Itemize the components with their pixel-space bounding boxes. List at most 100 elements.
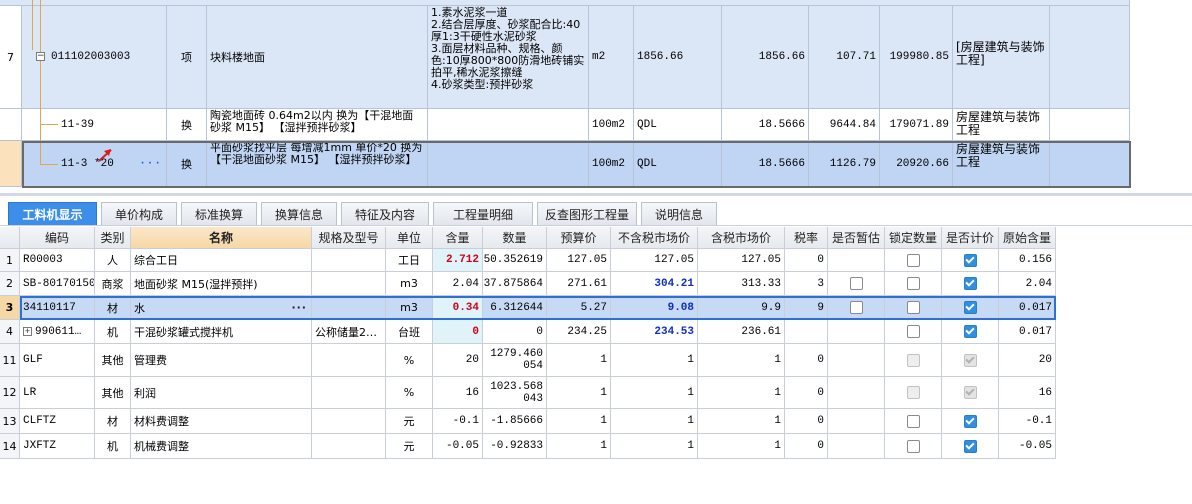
- quantity[interactable]: 1856.66: [722, 6, 809, 109]
- item-features[interactable]: [428, 141, 589, 187]
- lock-quantity[interactable]: [885, 344, 942, 377]
- market-price-incl-tax[interactable]: 1: [698, 377, 785, 409]
- resource-code[interactable]: +990611…: [20, 320, 95, 344]
- item-features[interactable]: 1.素水泥浆一道 2.结合层厚度、砂浆配合比:40厚1:3干硬性水泥砂浆 3.面…: [428, 6, 589, 109]
- total-price[interactable]: 179071.89: [880, 109, 953, 141]
- total-price[interactable]: 20920.66: [880, 141, 953, 187]
- blank-column[interactable]: [1050, 6, 1130, 109]
- resource-name[interactable]: 水 ···: [131, 296, 312, 320]
- lock-quantity-checkbox[interactable]: [906, 439, 920, 453]
- resource-name[interactable]: 综合工日: [131, 249, 312, 272]
- market-price-excl-tax[interactable]: 1: [611, 434, 698, 459]
- item-name[interactable]: 块料楼地面: [207, 6, 428, 109]
- tab-standard-conversion[interactable]: 标准换算: [181, 202, 257, 225]
- budget-price[interactable]: 234.25: [547, 320, 611, 344]
- budget-price[interactable]: 1: [547, 409, 611, 434]
- resource-unit[interactable]: m3: [386, 296, 433, 320]
- budget-price[interactable]: 127.05: [547, 249, 611, 272]
- resource-content[interactable]: 2.712: [433, 249, 483, 272]
- market-price-excl-tax[interactable]: 304.21: [611, 272, 698, 296]
- resource-name[interactable]: 地面砂浆 M15(湿拌预拌): [131, 272, 312, 296]
- lock-quantity-checkbox[interactable]: [906, 277, 920, 290]
- specialty[interactable]: 房屋建筑与装饰工程: [953, 109, 1050, 141]
- market-price-incl-tax[interactable]: 9.9: [698, 296, 785, 320]
- tab-resources[interactable]: 工料机显示: [8, 202, 97, 225]
- item-name[interactable]: 陶瓷地面砖 0.64m2以内 换为【干混地面砂浆 M15】 【湿拌预拌砂浆】: [207, 109, 428, 141]
- market-price-excl-tax[interactable]: 1: [611, 409, 698, 434]
- column-header-market-price-excl-tax[interactable]: 不含税市场价: [611, 227, 698, 249]
- resource-content[interactable]: 0: [433, 320, 483, 344]
- column-header-lock-quantity[interactable]: 锁定数量: [885, 227, 942, 249]
- item-type[interactable]: 换: [167, 109, 207, 141]
- lock-quantity-checkbox[interactable]: [906, 325, 920, 338]
- resource-name[interactable]: 管理费: [131, 344, 312, 377]
- resource-spec[interactable]: 公称储量2…: [312, 320, 386, 344]
- resource-quantity[interactable]: -1.85666: [483, 409, 547, 434]
- market-price-excl-tax[interactable]: 234.53: [611, 320, 698, 344]
- unit-price[interactable]: 1126.79: [809, 141, 880, 187]
- resource-name[interactable]: 利润: [131, 377, 312, 409]
- is-estimated[interactable]: [828, 377, 885, 409]
- resource-code[interactable]: R00003: [20, 249, 95, 272]
- tax-rate[interactable]: 0: [785, 249, 828, 272]
- resource-unit[interactable]: 台班: [386, 320, 433, 344]
- unit-price[interactable]: 107.71: [809, 6, 880, 109]
- lock-quantity-checkbox[interactable]: [906, 414, 920, 428]
- resource-content[interactable]: -0.05: [433, 434, 483, 459]
- tax-rate[interactable]: [785, 320, 828, 344]
- tax-rate[interactable]: 3: [785, 272, 828, 296]
- resource-name[interactable]: 材料费调整: [131, 409, 312, 434]
- column-header-budget-price[interactable]: 预算价: [547, 227, 611, 249]
- is-priced-checkbox[interactable]: [963, 414, 977, 428]
- resource-code[interactable]: JXFTZ: [20, 434, 95, 459]
- lock-quantity-checkbox[interactable]: [906, 301, 920, 314]
- column-header-is-estimated[interactable]: 是否暂估: [828, 227, 885, 249]
- tab-features-content[interactable]: 特征及内容: [341, 202, 429, 225]
- resource-name[interactable]: 机械费调整: [131, 434, 312, 459]
- resource-unit[interactable]: %: [386, 377, 433, 409]
- is-priced-checkbox[interactable]: [963, 301, 977, 314]
- market-price-incl-tax[interactable]: 127.05: [698, 249, 785, 272]
- is-priced[interactable]: [942, 377, 999, 409]
- resource-code[interactable]: CLFTZ: [20, 409, 95, 434]
- tab-reverse-graphic-quantity[interactable]: 反查图形工程量: [537, 202, 637, 225]
- resource-unit[interactable]: 元: [386, 434, 433, 459]
- resource-category[interactable]: 机: [95, 434, 131, 459]
- item-unit[interactable]: m2: [589, 6, 634, 109]
- is-estimated[interactable]: [828, 272, 885, 296]
- item-code[interactable]: 11-39: [22, 109, 167, 141]
- budget-price[interactable]: 1: [547, 344, 611, 377]
- market-price-excl-tax[interactable]: 1: [611, 377, 698, 409]
- tax-rate[interactable]: 0: [785, 434, 828, 459]
- column-header-resource-code[interactable]: 编码: [20, 227, 95, 249]
- original-content[interactable]: -0.05: [999, 434, 1056, 459]
- resource-content[interactable]: 0.34: [433, 296, 483, 320]
- lock-quantity[interactable]: [885, 377, 942, 409]
- is-priced[interactable]: [942, 344, 999, 377]
- original-content[interactable]: -0.1: [999, 409, 1056, 434]
- original-content[interactable]: 0.156: [999, 249, 1056, 272]
- resource-category[interactable]: 其他: [95, 377, 131, 409]
- is-estimated[interactable]: [828, 320, 885, 344]
- quantity[interactable]: 18.5666: [722, 141, 809, 187]
- budget-price[interactable]: 271.61: [547, 272, 611, 296]
- is-estimated-checkbox[interactable]: [849, 301, 863, 314]
- resource-spec[interactable]: [312, 377, 386, 409]
- market-price-incl-tax[interactable]: 236.61: [698, 320, 785, 344]
- lock-quantity[interactable]: [885, 409, 942, 434]
- budget-price[interactable]: 5.27: [547, 296, 611, 320]
- resource-code[interactable]: SB-80170150: [20, 272, 95, 296]
- quantity-expression[interactable]: QDL: [634, 109, 722, 141]
- budget-price[interactable]: 1: [547, 434, 611, 459]
- tab-description[interactable]: 说明信息: [641, 202, 717, 225]
- resource-spec[interactable]: [312, 296, 386, 320]
- lock-quantity[interactable]: [885, 249, 942, 272]
- is-estimated[interactable]: [828, 344, 885, 377]
- resource-unit[interactable]: %: [386, 344, 433, 377]
- resource-spec[interactable]: [312, 434, 386, 459]
- column-header-resource-category[interactable]: 类别: [95, 227, 131, 249]
- resource-unit[interactable]: 工日: [386, 249, 433, 272]
- lock-quantity[interactable]: [885, 434, 942, 459]
- item-type[interactable]: 换: [167, 141, 207, 187]
- column-header-is-priced[interactable]: 是否计价: [942, 227, 999, 249]
